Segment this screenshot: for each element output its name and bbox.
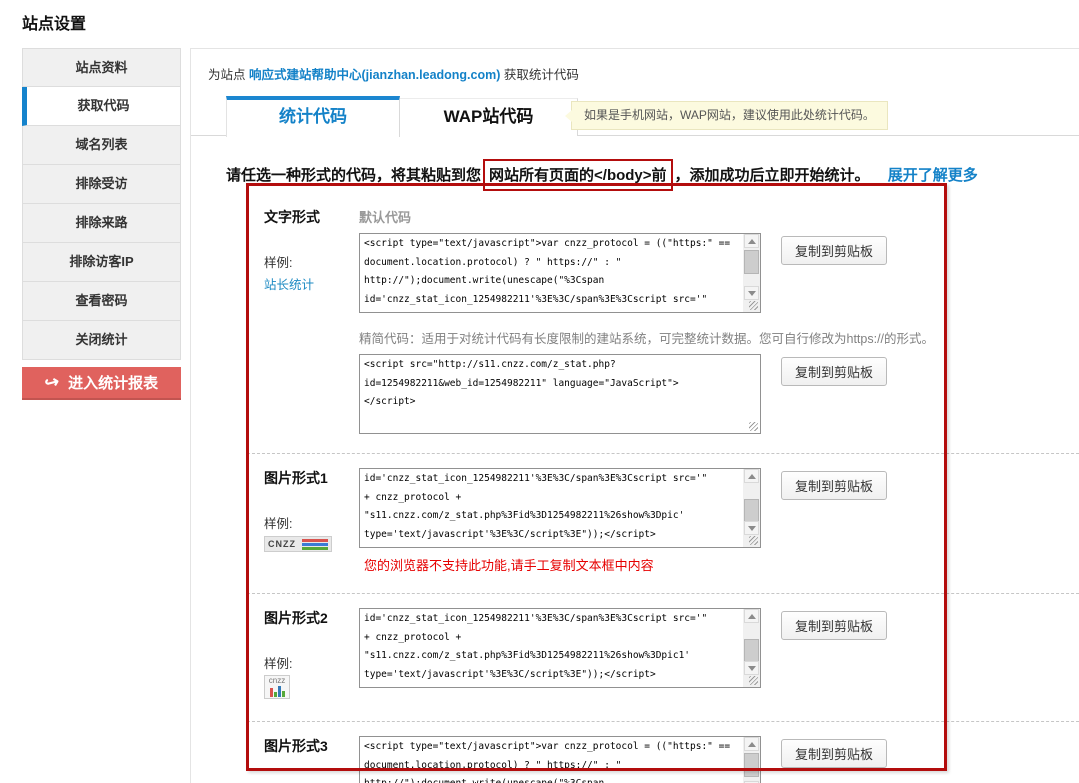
resize-grip-icon[interactable] [749,301,758,310]
main-panel: 为站点 响应式建站帮助中心(jianzhan.leadong.com) 获取统计… [190,48,1079,783]
scrollbar-thumb[interactable] [744,250,759,274]
default-code-textarea[interactable]: <script type="text/javascript">var cnzz_… [359,233,761,313]
header-suffix: 获取统计代码 [504,68,579,82]
enter-report-label: 进入统计报表 [68,372,158,393]
scroll-down-icon[interactable] [744,661,759,675]
section-text-form: 文字形式 样例: 站长统计 默认代码 <script type="text/ja… [247,204,1079,453]
sidebar-item-domain-list[interactable]: 域名列表 [22,126,181,165]
section-pic-form-3: 图片形式3 样例: CNZZ.COM <script type="text/ja… [247,721,1079,783]
sample-label: 样例: [264,653,359,672]
sidebar-item-site-info[interactable]: 站点资料 [22,48,181,87]
header-prefix: 为站点 [208,68,246,82]
tab-wap-code[interactable]: WAP站代码 [400,98,578,136]
scroll-up-icon[interactable] [744,469,759,483]
cnzz-barchart-badge: cnzz [264,675,290,699]
scroll-down-icon[interactable] [744,286,759,300]
site-settings-page: 站点设置 站点资料 获取代码 域名列表 排除受访 排除来路 排除访客IP 查看密… [0,0,1079,783]
page-title: 站点设置 [22,10,86,34]
sidebar-item-exclude-visitor-ip[interactable]: 排除访客IP [22,243,181,282]
instruction-part2: ，添加成功后立即开始统计。 [675,167,870,184]
resize-grip-icon[interactable] [749,676,758,685]
section-title-pic3: 图片形式3 [264,736,359,756]
default-code-label: 默认代码 [359,207,1079,226]
sidebar-item-get-code[interactable]: 获取代码 [22,87,181,126]
copy-default-code-button[interactable]: 复制到剪贴板 [781,236,887,265]
instruction-line: 请任选一种形式的代码，将其粘贴到您网站所有页面的</body>前，添加成功后立即… [226,159,1079,191]
scrollbar[interactable] [743,737,760,783]
section-title-text-form: 文字形式 [264,207,359,227]
barchart-icon [267,686,287,697]
browser-not-supported-warning: 您的浏览器不支持此功能,请手工复制文本框中内容 [364,555,1079,574]
instruction-part1: 请任选一种形式的代码，将其粘贴到您 [226,167,481,184]
tab-stat-code[interactable]: 统计代码 [226,96,400,137]
section-title-pic2: 图片形式2 [264,608,359,628]
scrollbar-thumb[interactable] [744,753,759,777]
tab-bar: 统计代码 WAP站代码 如果是手机网站，WAP网站，建议使用此处统计代码。 [191,96,1079,136]
sample-label: 样例: [264,252,359,271]
scroll-down-icon[interactable] [744,521,759,535]
sidebar-item-exclude-visited[interactable]: 排除受访 [22,165,181,204]
code-sections: 文字形式 样例: 站长统计 默认代码 <script type="text/ja… [247,204,1079,783]
resize-grip-icon[interactable] [749,422,758,431]
curved-arrow-icon: ↪ [43,371,62,394]
stripes-icon [302,538,328,551]
scroll-up-icon[interactable] [744,234,759,248]
sidebar: 站点资料 获取代码 域名列表 排除受访 排除来路 排除访客IP 查看密码 关闭统… [22,48,181,400]
scrollbar-thumb[interactable] [744,499,759,523]
sample-label: 样例: [264,513,359,532]
expand-more-link[interactable]: 展开了解更多 [888,167,978,184]
enter-report-button[interactable]: ↪ 进入统计报表 [22,367,181,400]
copy-pic1-code-button[interactable]: 复制到剪贴板 [781,471,887,500]
cnzz-stripe-badge: CNZZ [264,536,332,552]
copy-simple-code-button[interactable]: 复制到剪贴板 [781,357,887,386]
pic1-code-textarea[interactable]: id='cnzz_stat_icon_1254982211'%3E%3C/spa… [359,468,761,548]
copy-pic2-code-button[interactable]: 复制到剪贴板 [781,611,887,640]
scroll-up-icon[interactable] [744,737,759,751]
site-header-line: 为站点 响应式建站帮助中心(jianzhan.leadong.com) 获取统计… [191,49,1079,83]
copy-pic3-code-button[interactable]: 复制到剪贴板 [781,739,887,768]
section-pic-form-2: 图片形式2 样例: cnzz id='cnzz_stat_icon_125498… [247,593,1079,721]
scroll-up-icon[interactable] [744,609,759,623]
simple-code-label: 精简代码：适用于对统计代码有长度限制的建站系统，可完整统计数据。您可自行修改为h… [359,328,1079,347]
instruction-highlight-box: 网站所有页面的</body>前 [483,159,673,191]
sidebar-item-view-password[interactable]: 查看密码 [22,282,181,321]
sidebar-item-exclude-referrer[interactable]: 排除来路 [22,204,181,243]
pic2-code-textarea[interactable]: id='cnzz_stat_icon_1254982211'%3E%3C/spa… [359,608,761,688]
site-link[interactable]: 响应式建站帮助中心(jianzhan.leadong.com) [249,68,500,82]
pic3-code-textarea[interactable]: <script type="text/javascript">var cnzz_… [359,736,761,783]
section-pic-form-1: 图片形式1 样例: CNZZ id='cnzz_stat_icon_125498… [247,453,1079,593]
sidebar-item-close-stats[interactable]: 关闭统计 [22,321,181,360]
webmaster-stats-link[interactable]: 站长统计 [264,274,314,293]
section-title-pic1: 图片形式1 [264,468,359,488]
resize-grip-icon[interactable] [749,536,758,545]
simple-code-textarea[interactable]: <script src="http://s11.cnzz.com/z_stat.… [359,354,761,434]
wap-tooltip: 如果是手机网站，WAP网站，建议使用此处统计代码。 [571,101,888,130]
scrollbar-thumb[interactable] [744,639,759,663]
